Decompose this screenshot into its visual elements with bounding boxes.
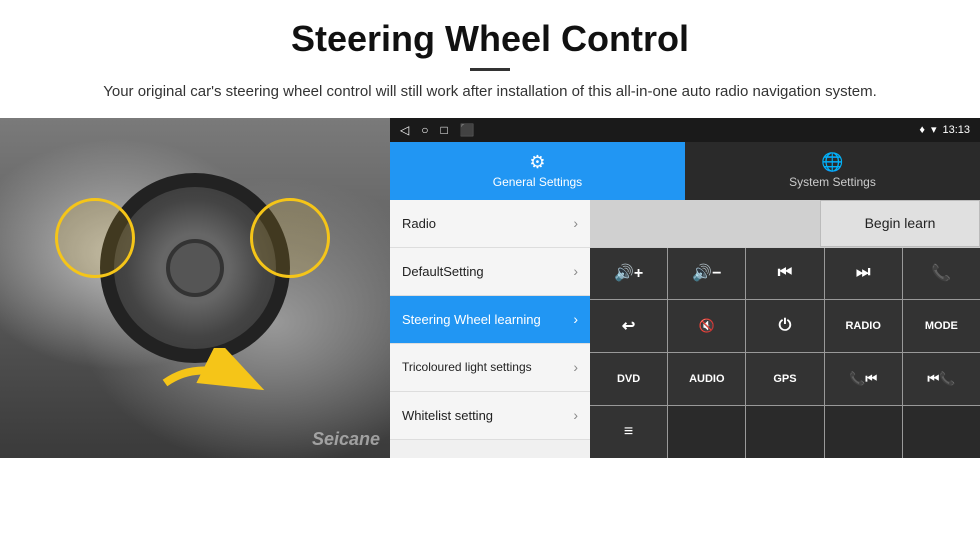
mute-button[interactable]: 🔇 <box>668 300 745 352</box>
arrow-icon <box>160 348 280 418</box>
next-track-icon: ⏭ <box>856 264 870 282</box>
arrow-overlay <box>160 348 280 418</box>
empty-btn-2 <box>746 406 823 458</box>
prev-track-icon: ⏮ <box>778 264 792 282</box>
content-blank-area <box>590 200 820 247</box>
chevron-icon: › <box>573 311 578 327</box>
audio-label: AUDIO <box>689 373 724 385</box>
mute-icon: 🔇 <box>699 318 715 334</box>
dvd-button[interactable]: DVD <box>590 353 667 405</box>
main-content: Seicane ◁ ○ □ ⬛ ♦ ▾ 13:13 ⚙ General Sett… <box>0 118 980 458</box>
empty-btn-3 <box>825 406 902 458</box>
menu-icon[interactable]: ⬛ <box>460 123 475 137</box>
list-icon: ≡ <box>624 423 633 441</box>
back-call-icon: ↩ <box>622 316 635 336</box>
call-prev-icon: 📞⏮ <box>849 371 877 387</box>
recents-icon[interactable]: □ <box>440 123 447 137</box>
menu-item-tricoloured[interactable]: Tricoloured light settings › <box>390 344 590 392</box>
mode-label: MODE <box>925 320 958 332</box>
content-top-row: Begin learn <box>590 200 980 248</box>
power-button[interactable]: ⏻ <box>746 300 823 352</box>
status-bar: ◁ ○ □ ⬛ ♦ ▾ 13:13 <box>390 118 980 142</box>
car-image: Seicane <box>0 118 390 458</box>
wifi-icon: ▾ <box>931 123 937 136</box>
gps-label: GPS <box>773 373 796 385</box>
settings-tabs: ⚙ General Settings 🌐 System Settings <box>390 142 980 200</box>
vol-down-icon: 🔊− <box>692 263 721 283</box>
chevron-icon: › <box>573 407 578 423</box>
back-call-button[interactable]: ↩ <box>590 300 667 352</box>
status-bar-right: ♦ ▾ 13:13 <box>919 123 970 136</box>
watermark: Seicane <box>312 429 380 450</box>
vol-up-button[interactable]: 🔊+ <box>590 248 667 300</box>
tab-system-settings[interactable]: 🌐 System Settings <box>685 142 980 200</box>
chevron-icon: › <box>573 263 578 279</box>
next-track-button[interactable]: ⏭ <box>825 248 902 300</box>
page-header: Steering Wheel Control Your original car… <box>0 0 980 114</box>
call-icon: 📞 <box>931 263 951 283</box>
prev-track-button[interactable]: ⏮ <box>746 248 823 300</box>
prev-call-icon: ⏮📞 <box>927 371 955 387</box>
android-panel: ◁ ○ □ ⬛ ♦ ▾ 13:13 ⚙ General Settings 🌐 S… <box>390 118 980 458</box>
vol-down-button[interactable]: 🔊− <box>668 248 745 300</box>
menu-item-steering-wheel[interactable]: Steering Wheel learning › <box>390 296 590 344</box>
menu-item-radio[interactable]: Radio › <box>390 200 590 248</box>
power-icon: ⏻ <box>779 317 792 335</box>
mode-button[interactable]: MODE <box>903 300 980 352</box>
call-prev-button[interactable]: 📞⏮ <box>825 353 902 405</box>
dvd-label: DVD <box>617 373 640 385</box>
settings-content: Begin learn 🔊+ 🔊− ⏮ ⏭ <box>590 200 980 458</box>
button-grid: 🔊+ 🔊− ⏮ ⏭ 📞 ↩ <box>590 248 980 458</box>
menu-item-default-setting[interactable]: DefaultSetting › <box>390 248 590 296</box>
back-icon[interactable]: ◁ <box>400 123 409 137</box>
call-button[interactable]: 📞 <box>903 248 980 300</box>
gps-button[interactable]: GPS <box>746 353 823 405</box>
chevron-icon: › <box>573 215 578 231</box>
car-image-inner: Seicane <box>0 118 390 458</box>
status-time: 13:13 <box>942 124 970 136</box>
empty-btn-1 <box>668 406 745 458</box>
settings-main: Radio › DefaultSetting › Steering Wheel … <box>390 200 980 458</box>
status-bar-nav-icons: ◁ ○ □ ⬛ <box>400 123 475 137</box>
gps-icon: ♦ <box>919 124 925 136</box>
menu-item-whitelist[interactable]: Whitelist setting › <box>390 392 590 440</box>
right-button-highlight <box>250 198 330 278</box>
title-divider <box>470 68 510 71</box>
empty-btn-4 <box>903 406 980 458</box>
tab-system-label: System Settings <box>789 175 876 189</box>
chevron-icon: › <box>573 359 578 375</box>
menu-btn[interactable]: ≡ <box>590 406 667 458</box>
vol-up-icon: 🔊+ <box>614 263 643 283</box>
radio-button[interactable]: RADIO <box>825 300 902 352</box>
tab-general-label: General Settings <box>493 175 582 189</box>
general-settings-icon: ⚙ <box>529 152 545 173</box>
system-settings-icon: 🌐 <box>821 152 843 173</box>
audio-button[interactable]: AUDIO <box>668 353 745 405</box>
home-icon[interactable]: ○ <box>421 123 428 137</box>
left-button-highlight <box>55 198 135 278</box>
prev-call-button[interactable]: ⏮📞 <box>903 353 980 405</box>
begin-learn-button[interactable]: Begin learn <box>820 200 980 247</box>
page-description: Your original car's steering wheel contr… <box>20 81 960 104</box>
tab-general-settings[interactable]: ⚙ General Settings <box>390 142 685 200</box>
radio-label: RADIO <box>845 320 880 332</box>
page-title: Steering Wheel Control <box>20 18 960 60</box>
settings-menu: Radio › DefaultSetting › Steering Wheel … <box>390 200 590 458</box>
steering-wheel <box>100 173 290 363</box>
